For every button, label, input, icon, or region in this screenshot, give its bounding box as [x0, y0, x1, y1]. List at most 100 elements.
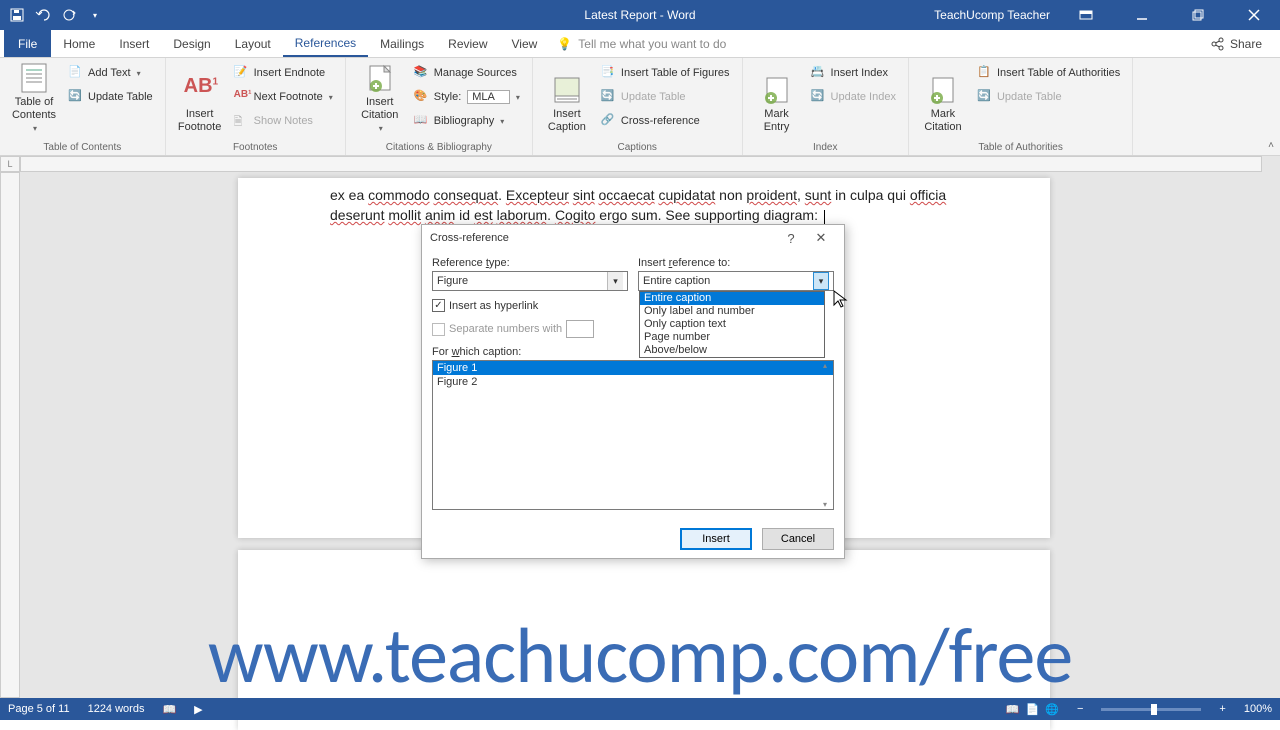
user-name[interactable]: TeachUcomp Teacher [934, 8, 1050, 22]
vertical-ruler[interactable] [0, 172, 20, 698]
list-item[interactable]: Figure 1 [433, 361, 833, 375]
insert-index-button[interactable]: 📇Insert Index [807, 62, 900, 84]
group-label-footnotes: Footnotes [174, 140, 337, 153]
tab-home[interactable]: Home [51, 30, 107, 57]
dropdown-option[interactable]: Only caption text [640, 318, 824, 331]
list-item[interactable]: Figure 2 [433, 375, 833, 389]
group-index: Mark Entry 📇Insert Index 🔄Update Index I… [743, 58, 909, 155]
tab-design[interactable]: Design [161, 30, 222, 57]
tof-icon: 📑 [601, 65, 617, 81]
undo-icon[interactable] [34, 6, 52, 24]
dialog-titlebar[interactable]: Cross-reference ? ✕ [422, 225, 844, 251]
caption-list[interactable]: Figure 1 Figure 2 ▴▾ [432, 360, 834, 510]
scroll-up-icon[interactable]: ▴ [823, 361, 827, 370]
zoom-thumb[interactable] [1151, 704, 1157, 715]
zoom-out-icon[interactable]: − [1077, 703, 1083, 715]
group-label-index: Index [751, 140, 900, 153]
qat-customize-icon[interactable]: ▾ [86, 6, 104, 24]
group-toc: Table of Contents ▾ 📄Add Text▾ 🔄Update T… [0, 58, 166, 155]
cancel-button[interactable]: Cancel [762, 528, 834, 550]
document-text[interactable]: ex ea commodo consequat. Excepteur sint … [238, 178, 1050, 226]
next-footnote-button[interactable]: AB¹Next Footnote▾ [230, 86, 337, 108]
insert-hyperlink-label: Insert as hyperlink [449, 300, 538, 312]
scroll-down-icon[interactable]: ▾ [823, 500, 827, 509]
save-icon[interactable] [8, 6, 26, 24]
chevron-down-icon: ▾ [329, 93, 333, 102]
update-toa-button[interactable]: 🔄Update Table [973, 86, 1124, 108]
zoom-in-icon[interactable]: + [1219, 703, 1225, 715]
update-index-button[interactable]: 🔄Update Index [807, 86, 900, 108]
read-mode-icon[interactable]: 📖 [1006, 703, 1020, 716]
bibliography-icon: 📖 [414, 113, 430, 129]
dropdown-option[interactable]: Only label and number [640, 305, 824, 318]
page-indicator[interactable]: Page 5 of 11 [8, 703, 70, 715]
collapse-ribbon-icon[interactable]: ˄ [1268, 140, 1274, 151]
dropdown-option[interactable]: Page number [640, 331, 824, 344]
tab-layout[interactable]: Layout [223, 30, 283, 57]
scrollbar[interactable]: ▴▾ [817, 361, 833, 509]
chevron-down-icon[interactable]: ▾ [607, 272, 623, 290]
insert-footnote-button[interactable]: AB1 Insert Footnote [174, 62, 226, 134]
dropdown-option[interactable]: Above/below [640, 344, 824, 357]
tab-references[interactable]: References [283, 30, 368, 57]
update-toc-button[interactable]: 🔄Update Table [64, 86, 157, 108]
dropdown-option[interactable]: Entire caption [640, 292, 824, 305]
manage-icon: 📚 [414, 65, 430, 81]
help-icon[interactable]: ? [776, 231, 806, 246]
mark-citation-button[interactable]: Mark Citation [917, 62, 969, 134]
chevron-down-icon: ▾ [516, 93, 520, 102]
tab-view[interactable]: View [500, 30, 550, 57]
crossref-icon: 🔗 [601, 113, 617, 129]
show-notes-icon: 🗎 [234, 113, 250, 129]
mark-entry-icon [761, 74, 793, 106]
insert-tof-button[interactable]: 📑Insert Table of Figures [597, 62, 734, 84]
tell-me-search[interactable]: 💡 Tell me what you want to do [557, 30, 726, 57]
insert-caption-button[interactable]: Insert Caption [541, 62, 593, 134]
share-label: Share [1230, 37, 1262, 51]
redo-icon[interactable] [60, 6, 78, 24]
tab-review[interactable]: Review [436, 30, 499, 57]
reference-type-combo[interactable]: Figure ▾ [432, 271, 628, 291]
chevron-down-icon[interactable]: ▾ [813, 272, 829, 290]
add-text-icon: 📄 [68, 65, 84, 81]
insert-reference-to-combo[interactable]: Entire caption ▾ Entire caption Only lab… [638, 271, 834, 291]
tab-file[interactable]: File [4, 30, 51, 57]
maximize-icon[interactable] [1178, 0, 1218, 30]
word-count[interactable]: 1224 words [88, 703, 145, 715]
close-icon[interactable] [1234, 0, 1274, 30]
group-footnotes: AB1 Insert Footnote 📝Insert Endnote AB¹N… [166, 58, 346, 155]
mark-entry-button[interactable]: Mark Entry [751, 62, 803, 134]
zoom-slider[interactable] [1101, 708, 1201, 711]
insert-citation-button[interactable]: Insert Citation ▾ [354, 62, 406, 134]
toc-button[interactable]: Table of Contents ▾ [8, 62, 60, 134]
macro-icon[interactable]: ▶ [194, 703, 202, 716]
update-icon: 🔄 [601, 89, 617, 105]
show-notes-button[interactable]: 🗎Show Notes [230, 110, 337, 132]
insert-toa-button[interactable]: 📋Insert Table of Authorities [973, 62, 1124, 84]
print-layout-icon[interactable]: 📄 [1026, 703, 1040, 716]
share-button[interactable]: Share [1200, 30, 1272, 57]
group-toa: Mark Citation 📋Insert Table of Authoriti… [909, 58, 1133, 155]
manage-sources-button[interactable]: 📚Manage Sources [410, 62, 524, 84]
minimize-icon[interactable] [1122, 0, 1162, 30]
horizontal-ruler[interactable] [20, 156, 1262, 172]
update-tof-button[interactable]: 🔄Update Table [597, 86, 734, 108]
insert-button[interactable]: Insert [680, 528, 752, 550]
mark-entry-label: Mark Entry [751, 108, 803, 134]
share-icon [1210, 37, 1224, 51]
insert-endnote-button[interactable]: 📝Insert Endnote [230, 62, 337, 84]
spellcheck-icon[interactable]: 📖 [162, 703, 176, 716]
web-layout-icon[interactable]: 🌐 [1045, 703, 1059, 716]
tab-mailings[interactable]: Mailings [368, 30, 436, 57]
bibliography-button[interactable]: 📖Bibliography▾ [410, 110, 524, 132]
zoom-level[interactable]: 100% [1244, 703, 1272, 715]
insert-hyperlink-checkbox[interactable]: ✓ [432, 299, 445, 312]
group-citations: Insert Citation ▾ 📚Manage Sources 🎨Style… [346, 58, 533, 155]
add-text-button[interactable]: 📄Add Text▾ [64, 62, 157, 84]
cross-reference-button[interactable]: 🔗Cross-reference [597, 110, 734, 132]
tab-insert[interactable]: Insert [107, 30, 161, 57]
style-dropdown[interactable]: 🎨Style: MLA▾ [410, 86, 524, 108]
statusbar: Page 5 of 11 1224 words 📖 ▶ 📖 📄 🌐 − + 10… [0, 698, 1280, 720]
close-icon[interactable]: ✕ [806, 230, 836, 246]
ribbon-display-icon[interactable] [1066, 0, 1106, 30]
